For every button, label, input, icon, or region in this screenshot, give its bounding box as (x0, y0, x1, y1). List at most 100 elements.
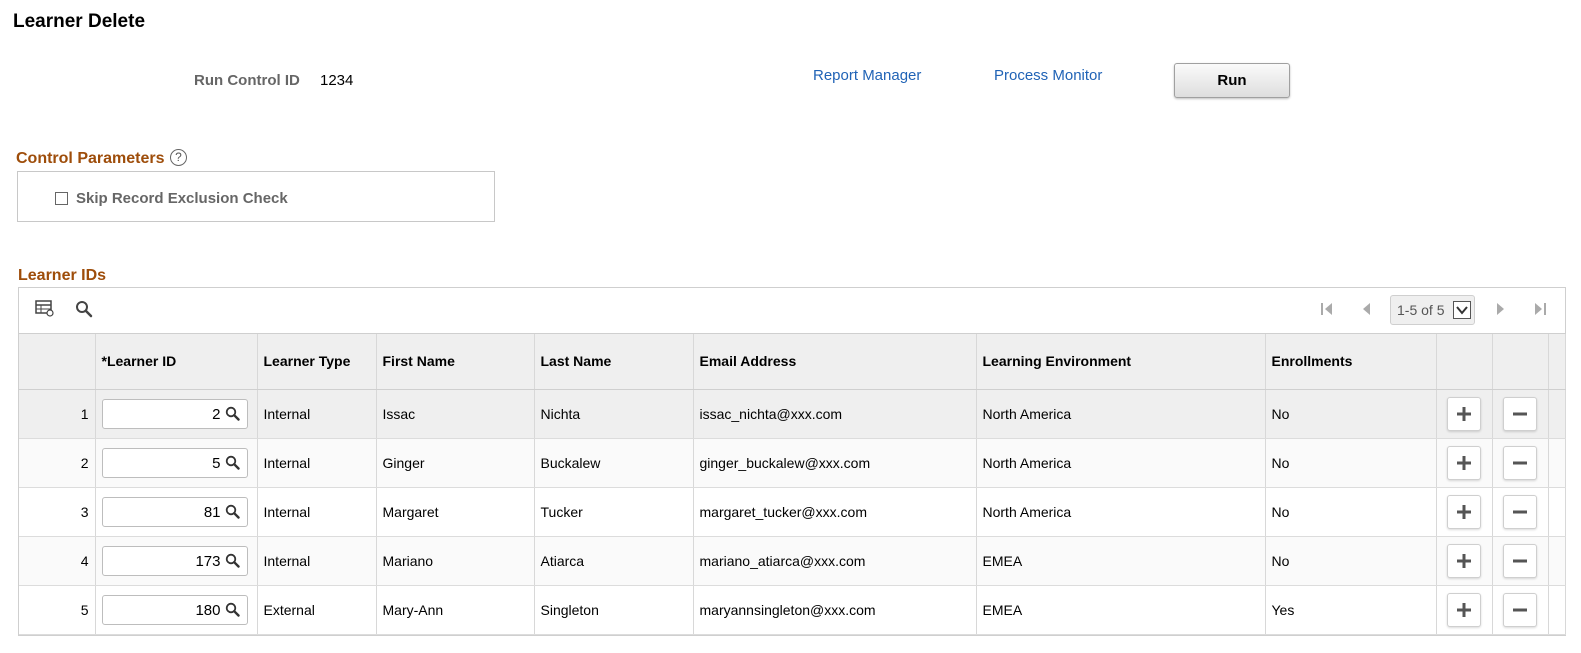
lookup-search-icon[interactable] (225, 553, 240, 572)
lookup-search-icon[interactable] (225, 504, 240, 523)
column-header: Email Address (693, 334, 977, 390)
last-name-cell: Atiarca (534, 536, 694, 586)
learner-ids-title: Learner IDs (18, 267, 107, 284)
last-name-cell: Nichta (534, 389, 694, 439)
last-page-icon[interactable] (1532, 300, 1548, 318)
row-number: 3 (19, 487, 96, 537)
add-column-header (1436, 334, 1493, 390)
add-row-cell (1436, 585, 1493, 635)
delete-row-cell (1492, 389, 1549, 439)
learner-id-value: 180 (195, 601, 221, 619)
skip-record-exclusion-label[interactable]: Skip Record Exclusion Check (76, 190, 288, 207)
previous-page-icon[interactable] (1359, 300, 1375, 318)
column-header: *Learner ID (95, 334, 258, 390)
learning-environment-cell: North America (976, 438, 1266, 488)
add-row-button[interactable] (1447, 445, 1481, 480)
add-row-cell (1436, 536, 1493, 586)
email-cell: mariano_atiarca@xxx.com (693, 536, 977, 586)
row-number: 1 (19, 389, 96, 439)
learner-id-cell: 173 (95, 536, 258, 586)
help-icon[interactable]: ? (170, 149, 187, 166)
add-row-button[interactable] (1447, 592, 1481, 627)
pagination-select[interactable]: 1-5 of 5 (1390, 295, 1475, 325)
learner-type-cell: Internal (257, 389, 377, 439)
learner-id-input[interactable]: 5 (101, 447, 248, 478)
enrollments-cell: No (1265, 487, 1437, 537)
delete-row-button[interactable] (1503, 592, 1537, 627)
learner-id-input[interactable]: 180 (101, 594, 248, 625)
table-row: 1 2 Internal Issac Nichta issac_nichta@xxx.co… (19, 389, 1566, 439)
delete-row-cell (1492, 438, 1549, 488)
learner-id-value: 5 (212, 454, 221, 472)
control-parameters-title: Control Parameters (16, 150, 165, 167)
column-header: Enrollments (1265, 334, 1437, 390)
search-icon[interactable] (75, 300, 93, 323)
report-manager-link[interactable]: Report Manager (813, 67, 921, 84)
delete-row-cell (1492, 536, 1549, 586)
add-row-cell (1436, 487, 1493, 537)
learner-id-value: 2 (212, 405, 221, 423)
delete-column-header (1492, 334, 1549, 390)
learner-id-input[interactable]: 81 (101, 496, 248, 527)
column-header: Learner Type (257, 334, 377, 390)
learner-id-cell: 2 (95, 389, 258, 439)
learner-id-input[interactable]: 2 (101, 398, 248, 429)
table-row: 4 173 Internal Mariano Atiarca mariano_atiarc… (19, 536, 1566, 586)
page-title: Learner Delete (13, 11, 146, 32)
lookup-search-icon[interactable] (225, 602, 240, 621)
email-cell: maryannsingleton@xxx.com (693, 585, 977, 635)
delete-row-button[interactable] (1503, 396, 1537, 431)
delete-row-button[interactable] (1503, 543, 1537, 578)
learner-type-cell: External (257, 585, 377, 635)
first-page-icon[interactable] (1319, 300, 1335, 318)
learner-id-cell: 81 (95, 487, 258, 537)
email-cell: margaret_tucker@xxx.com (693, 487, 977, 537)
run-control-id-value: 1234 (320, 72, 354, 89)
add-row-cell (1436, 438, 1493, 488)
delete-row-button[interactable] (1503, 445, 1537, 480)
chevron-down-icon (1453, 301, 1471, 319)
table-row: 3 81 Internal Margaret Tucker margaret_tucker… (19, 487, 1566, 537)
filler-cell (1548, 438, 1566, 488)
table-icon[interactable] (35, 300, 54, 322)
first-name-cell: Mariano (376, 536, 535, 586)
filler-cell (1548, 536, 1566, 586)
table-row: 5 180 External Mary-Ann Singleton maryannsing… (19, 585, 1566, 635)
learning-environment-cell: EMEA (976, 536, 1266, 586)
skip-record-exclusion-checkbox[interactable] (55, 192, 68, 205)
last-name-cell: Singleton (534, 585, 694, 635)
learning-environment-cell: EMEA (976, 585, 1266, 635)
next-page-icon[interactable] (1492, 300, 1508, 318)
column-header: Last Name (534, 334, 694, 390)
row-number: 5 (19, 585, 96, 635)
filler-column-header (1548, 334, 1566, 390)
grid-toolbar: 1-5 of 5 (19, 288, 1565, 334)
delete-row-cell (1492, 487, 1549, 537)
add-row-button[interactable] (1447, 543, 1481, 578)
lookup-search-icon[interactable] (225, 406, 240, 425)
learner-type-cell: Internal (257, 487, 377, 537)
email-cell: issac_nichta@xxx.com (693, 389, 977, 439)
first-name-cell: Issac (376, 389, 535, 439)
add-row-button[interactable] (1447, 396, 1481, 431)
control-parameters-box: Skip Record Exclusion Check (17, 171, 495, 222)
filler-cell (1548, 487, 1566, 537)
pagination-label: 1-5 of 5 (1397, 302, 1445, 318)
enrollments-cell: Yes (1265, 585, 1437, 635)
learner-id-input[interactable]: 173 (101, 545, 248, 576)
delete-row-cell (1492, 585, 1549, 635)
learning-environment-cell: North America (976, 389, 1266, 439)
learner-id-value: 173 (195, 552, 221, 570)
learner-type-cell: Internal (257, 536, 377, 586)
add-row-button[interactable] (1447, 494, 1481, 529)
column-header: First Name (376, 334, 535, 390)
delete-row-button[interactable] (1503, 494, 1537, 529)
learner-id-cell: 180 (95, 585, 258, 635)
email-cell: ginger_buckalew@xxx.com (693, 438, 977, 488)
lookup-search-icon[interactable] (225, 455, 240, 474)
last-name-cell: Tucker (534, 487, 694, 537)
last-name-cell: Buckalew (534, 438, 694, 488)
table-row: 2 5 Internal Ginger Buckalew ginger_buckalew@… (19, 438, 1566, 488)
process-monitor-link[interactable]: Process Monitor (994, 67, 1102, 84)
run-button[interactable]: Run (1174, 63, 1290, 98)
